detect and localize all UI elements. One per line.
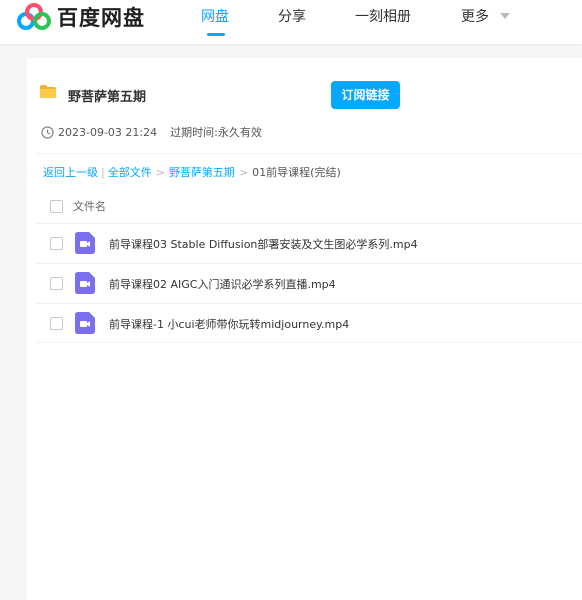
nav-tab-album[interactable]: 一刻相册: [355, 6, 411, 26]
chevron-down-icon[interactable]: [500, 13, 510, 19]
breadcrumb: 返回上一级 | 全部文件 > 野菩萨第五期 > 01前导课程(完结): [43, 164, 341, 180]
folder-icon: [40, 85, 56, 98]
video-file-icon: [75, 272, 95, 294]
file-list-header: 文件名: [36, 193, 582, 223]
active-tab-indicator: [207, 33, 225, 36]
breadcrumb-folder[interactable]: 野菩萨第五期: [169, 164, 235, 180]
file-row[interactable]: 前导课程03 Stable Diffusion部署安装及文生图必学系列.mp4: [36, 223, 582, 264]
breadcrumb-current: 01前导课程(完结): [252, 166, 341, 179]
select-all-checkbox[interactable]: [50, 200, 63, 213]
baidu-netdisk-logo[interactable]: 百度网盘: [17, 2, 145, 32]
file-name[interactable]: 前导课程-1 小cui老师带你玩转midjourney.mp4: [109, 316, 349, 332]
column-filename[interactable]: 文件名: [73, 198, 106, 214]
share-meta: 2023-09-03 21:24 过期时间:永久有效: [41, 124, 262, 140]
divider: [36, 342, 582, 343]
clock-icon: [41, 125, 54, 139]
nav-tab-more[interactable]: 更多: [461, 6, 489, 26]
video-file-icon: [75, 232, 95, 254]
breadcrumb-all-files[interactable]: 全部文件: [108, 164, 152, 180]
divider: [36, 153, 582, 154]
file-checkbox[interactable]: [50, 237, 63, 250]
subscribe-link-button[interactable]: 订阅链接: [331, 81, 400, 109]
share-content-panel: 野菩萨第五期 订阅链接 2023-09-03 21:24 过期时间:永久有效 返…: [27, 58, 582, 600]
top-nav-bar: 百度网盘 网盘 分享 一刻相册 更多: [0, 0, 582, 44]
chevron-right-icon: >: [155, 165, 165, 179]
file-name[interactable]: 前导课程03 Stable Diffusion部署安装及文生图必学系列.mp4: [109, 236, 418, 252]
file-checkbox[interactable]: [50, 277, 63, 290]
file-row[interactable]: 前导课程02 AIGC入门通识必学系列直播.mp4: [36, 263, 582, 304]
chevron-right-icon: >: [238, 165, 249, 179]
file-row[interactable]: 前导课程-1 小cui老师带你玩转midjourney.mp4: [36, 303, 582, 344]
share-title: 野菩萨第五期: [68, 90, 147, 105]
expire-time: 过期时间:永久有效: [170, 126, 262, 139]
video-file-icon: [75, 312, 95, 334]
cloud-logo-icon: [17, 3, 51, 30]
nav-tab-share[interactable]: 分享: [278, 6, 306, 26]
share-date: 2023-09-03 21:24: [58, 125, 158, 139]
file-checkbox[interactable]: [50, 317, 63, 330]
file-name[interactable]: 前导课程02 AIGC入门通识必学系列直播.mp4: [109, 276, 336, 292]
breadcrumb-back-link[interactable]: 返回上一级: [43, 164, 98, 180]
logo-text: 百度网盘: [57, 6, 145, 30]
breadcrumb-divider: |: [101, 165, 105, 179]
nav-tab-netdisk[interactable]: 网盘: [201, 6, 229, 26]
